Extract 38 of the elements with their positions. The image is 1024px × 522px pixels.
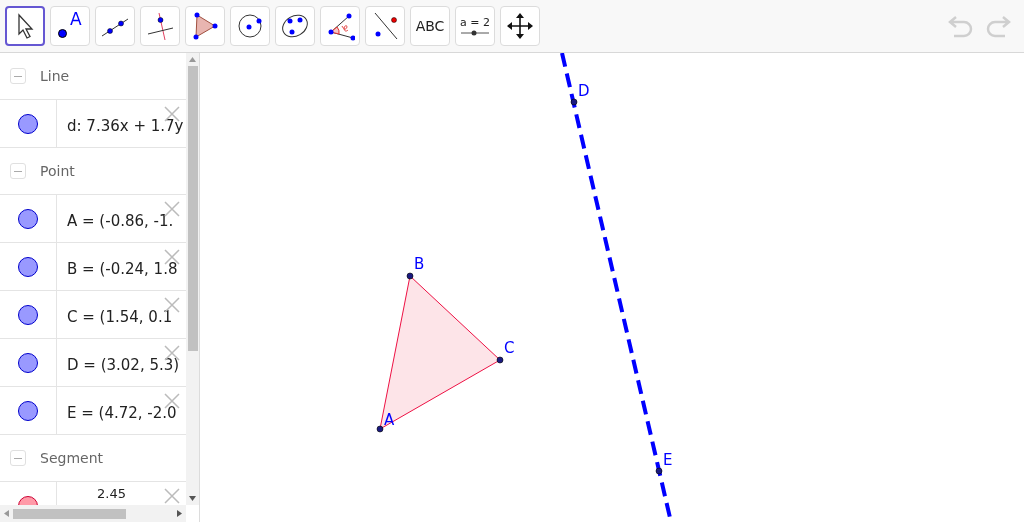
point-label: D: [578, 82, 590, 100]
perpendicular-lines-icon: [145, 11, 175, 41]
scroll-up-icon[interactable]: [189, 57, 196, 62]
point[interactable]: [376, 425, 384, 433]
algebra-entry[interactable]: A = (-0.86, -1.: [67, 210, 174, 233]
group-title: Segment: [40, 448, 103, 468]
point-label: A: [384, 411, 395, 429]
scroll-down-icon[interactable]: [189, 496, 196, 501]
algebra-entry[interactable]: E = (4.72, -2.0: [67, 402, 177, 425]
algebra-entry[interactable]: C = (1.54, 0.1: [67, 306, 173, 329]
slider-icon: [461, 29, 489, 36]
tool-button[interactable]: A: [50, 6, 90, 46]
text-tool-label: ABC: [415, 16, 445, 36]
point-icon: [58, 29, 67, 38]
point-label: C: [504, 339, 515, 357]
algebra-entry[interactable]: D = (3.02, 5.3): [67, 354, 180, 377]
point[interactable]: [406, 272, 414, 280]
point-label: A: [70, 11, 82, 28]
tool-button[interactable]: a = 2: [455, 6, 495, 46]
point-label: E: [663, 451, 673, 469]
tool-button[interactable]: ABC: [410, 6, 450, 46]
scroll-left-icon[interactable]: [4, 510, 9, 517]
group-title: Point: [40, 161, 75, 181]
point[interactable]: [655, 467, 663, 475]
move-arrows-icon: [505, 11, 535, 41]
slider-tool-label: a = 2: [460, 16, 490, 28]
horizontal-scrollbar[interactable]: [0, 505, 186, 522]
vertical-scrollbar[interactable]: [186, 53, 199, 505]
point-label: B: [414, 255, 425, 273]
algebra-entry[interactable]: B = (-0.24, 1.8: [67, 258, 178, 281]
algebra-entry[interactable]: d: 7.36x + 1.7y: [67, 115, 184, 138]
point[interactable]: [496, 356, 504, 364]
algebra-entry[interactable]: 2.45: [97, 486, 126, 501]
tool-button[interactable]: [5, 6, 45, 46]
scroll-right-icon[interactable]: [177, 510, 182, 517]
group-title: Line: [40, 66, 70, 86]
point[interactable]: [570, 98, 578, 106]
circle-icon: [235, 11, 265, 41]
